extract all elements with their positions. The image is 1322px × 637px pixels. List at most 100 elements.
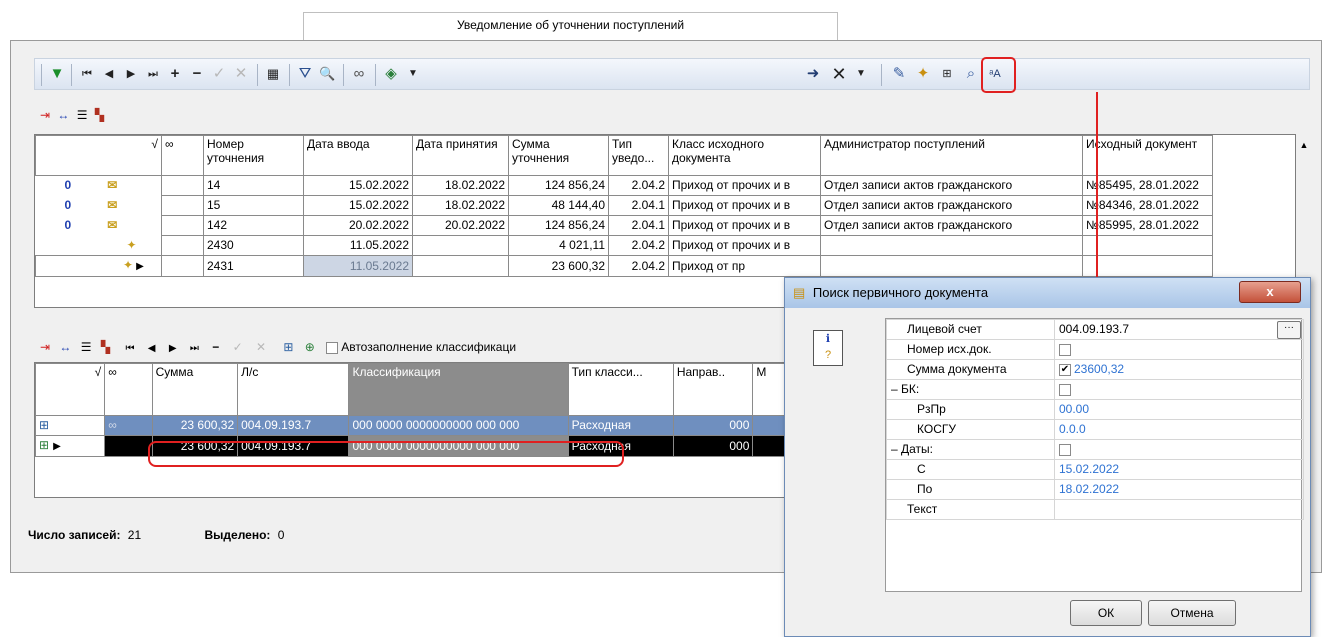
expand-icon[interactable]: ↔ — [59, 340, 71, 354]
grid-settings-icon[interactable]: ▚ — [101, 340, 110, 354]
checkbox-icon[interactable] — [1059, 383, 1071, 396]
header-input-date[interactable]: Дата ввода — [303, 135, 413, 176]
detail-toolbar: ⇥ ↔ ☰ ▚ ⏮ ◀ ▶ ⏭ − ✓ ✕ ⊞ ⊕ Автозаполнение… — [40, 336, 800, 358]
prop-row-account[interactable]: Лицевой счет 004.09.193.7 ··· — [886, 319, 1304, 340]
prop-row-from[interactable]: С 15.02.2022 — [886, 459, 1304, 480]
first-record-icon[interactable]: ⏮ — [79, 63, 95, 85]
edit-document-icon[interactable]: ✎ — [891, 63, 907, 85]
checkbox-checked-icon[interactable]: ✔ — [1059, 363, 1071, 376]
header-sum[interactable]: Сумма — [151, 363, 239, 416]
delete-record-icon[interactable]: − — [189, 63, 205, 85]
rzpr-value[interactable]: 00.00 — [1054, 399, 1304, 420]
last-record-icon[interactable]: ⏭ — [190, 343, 199, 354]
header-link[interactable]: ∞ — [104, 363, 153, 416]
prev-record-icon[interactable]: ◀ — [101, 63, 117, 85]
table-row[interactable]: 0 ✉ 142 20.02.2022 20.02.2022 124 856,24 … — [36, 215, 1213, 236]
last-record-icon[interactable]: ⏭ — [145, 63, 161, 85]
header-number[interactable]: Номер уточнения — [203, 135, 304, 176]
header-type[interactable]: Тип уведо... — [608, 135, 669, 176]
prop-row-kosgu[interactable]: КОСГУ 0.0.0 — [886, 419, 1304, 440]
add-row-icon[interactable]: ⇥ — [40, 108, 50, 122]
close-button[interactable]: x — [1239, 281, 1301, 303]
header-account[interactable]: Л/с — [237, 363, 350, 416]
filter-icon[interactable]: ⛛ — [297, 63, 313, 85]
header-classification[interactable]: Классификация — [348, 363, 569, 416]
header-class-type[interactable]: Тип класси... — [567, 363, 674, 416]
link-icon[interactable]: ∞ — [351, 63, 367, 85]
add-record-icon[interactable]: + — [167, 63, 183, 85]
date-from-value[interactable]: 15.02.2022 — [1054, 459, 1304, 480]
cancel-button[interactable]: Отмена — [1148, 600, 1236, 626]
status-bar: Число записей: 21 Выделено: 0 — [28, 528, 788, 546]
add-child-icon[interactable]: ⊞ — [283, 340, 293, 354]
cube-icon[interactable]: ◈ — [383, 63, 399, 85]
delete-record-icon[interactable]: − — [212, 340, 219, 354]
table-row[interactable]: 0 ✉ 15 15.02.2022 18.02.2022 48 144,40 2.… — [36, 195, 1213, 216]
dropdown-arrow-icon[interactable]: ▼ — [853, 63, 869, 85]
doc-number-field[interactable] — [1054, 339, 1304, 360]
add-sibling-icon[interactable]: ⊕ — [305, 340, 315, 354]
header-link[interactable]: ∞ — [161, 135, 204, 176]
table-row-current[interactable]: ✦ ▶ 2431 11.05.2022 23 600,32 2.04.2 Прих… — [35, 255, 1213, 277]
header-accept-date[interactable]: Дата принятия — [412, 135, 509, 176]
cancel-edit-icon[interactable]: ✕ — [233, 63, 249, 85]
binoculars-icon[interactable]: 🔍 — [319, 63, 335, 85]
classification-grid: √ ∞ Сумма Л/с Классификация Тип класси..… — [34, 362, 794, 498]
export-icon[interactable]: ➜ — [805, 63, 821, 85]
table-row[interactable]: ⊞ ∞ 23 600,32 004.09.193.7 000 0000 0000… — [34, 415, 793, 436]
filter-apply-icon[interactable]: ▼ — [49, 63, 65, 85]
grid-settings-icon[interactable]: ▚ — [95, 108, 104, 122]
header-class[interactable]: Класс исходного документа — [668, 135, 821, 176]
cell-admin: Отдел записи актов гражданского — [820, 175, 1083, 196]
ellipsis-button[interactable]: ··· — [1277, 321, 1301, 339]
scroll-up-icon[interactable]: ▲ — [1296, 140, 1312, 150]
account-field[interactable]: 004.09.193.7 ··· — [1054, 319, 1304, 340]
confirm-icon[interactable]: ✓ — [233, 340, 243, 354]
list-icon[interactable]: ☰ — [81, 340, 92, 354]
wizard-icon[interactable]: ✦ — [915, 63, 931, 85]
next-record-icon[interactable]: ▶ — [169, 343, 177, 354]
selected-count-value: 0 — [277, 528, 285, 542]
bk-field[interactable] — [1054, 379, 1304, 400]
text-value[interactable] — [1054, 499, 1304, 520]
confirm-icon[interactable]: ✓ — [211, 63, 227, 85]
prop-row-doc-number[interactable]: Номер исх.док. — [886, 339, 1304, 360]
prop-row-bk[interactable]: – БК: — [886, 379, 1304, 400]
numbering-icon[interactable]: ⊞ — [939, 63, 955, 85]
autofill-checkbox[interactable]: Автозаполнение классификаци — [326, 340, 516, 354]
prop-row-text[interactable]: Текст — [886, 499, 1304, 520]
checkbox-icon[interactable] — [1059, 443, 1071, 456]
table-row[interactable]: 0 ✉ 14 15.02.2022 18.02.2022 124 856,24 2… — [36, 175, 1213, 196]
ok-button[interactable]: ОК — [1070, 600, 1142, 626]
header-direction[interactable]: Направ.. — [672, 363, 754, 416]
header-admin[interactable]: Администратор поступлений — [820, 135, 1083, 176]
add-row-icon[interactable]: ⇥ — [40, 340, 50, 354]
first-record-icon[interactable]: ⏮ — [125, 343, 134, 354]
document-tab[interactable]: Уведомление об уточнении поступлений — [303, 12, 838, 40]
prev-record-icon[interactable]: ◀ — [148, 343, 156, 354]
kosgu-value[interactable]: 0.0.0 — [1054, 419, 1304, 440]
calculator-icon[interactable]: ▦ — [265, 63, 281, 85]
expand-node-icon[interactable]: ⊞ — [39, 418, 49, 432]
cell-class: Приход от прочих и в — [668, 235, 821, 256]
dates-field[interactable] — [1054, 439, 1304, 460]
expand-node-icon[interactable]: ⊞ — [39, 438, 49, 452]
doc-sum-field[interactable]: ✔ 23600,32 — [1054, 359, 1304, 380]
delete-x-icon[interactable]: ✕ — [831, 63, 847, 85]
cell-admin — [820, 235, 1083, 256]
prop-row-to[interactable]: По 18.02.2022 — [886, 479, 1304, 500]
expand-icon[interactable]: ↔ — [57, 108, 69, 122]
header-sum[interactable]: Сумма уточнения — [508, 135, 609, 176]
dropdown-arrow-icon[interactable]: ▼ — [405, 63, 421, 85]
cancel-edit-icon[interactable]: ✕ — [256, 340, 266, 354]
checkbox-icon[interactable] — [1059, 343, 1071, 356]
table-row[interactable]: ✦ 2430 11.05.2022 4 021,11 2.04.2 Приход… — [36, 235, 1213, 256]
prop-row-rzpr[interactable]: РзПр 00.00 — [886, 399, 1304, 420]
dialog-titlebar[interactable]: ▤ Поиск первичного документа — [785, 278, 1310, 308]
prop-row-dates[interactable]: – Даты: — [886, 439, 1304, 460]
prop-row-doc-sum[interactable]: Сумма документа ✔ 23600,32 — [886, 359, 1304, 380]
date-to-value[interactable]: 18.02.2022 — [1054, 479, 1304, 500]
search-docs-icon[interactable]: ⌕ — [963, 63, 979, 85]
list-icon[interactable]: ☰ — [77, 108, 88, 122]
next-record-icon[interactable]: ▶ — [123, 63, 139, 85]
